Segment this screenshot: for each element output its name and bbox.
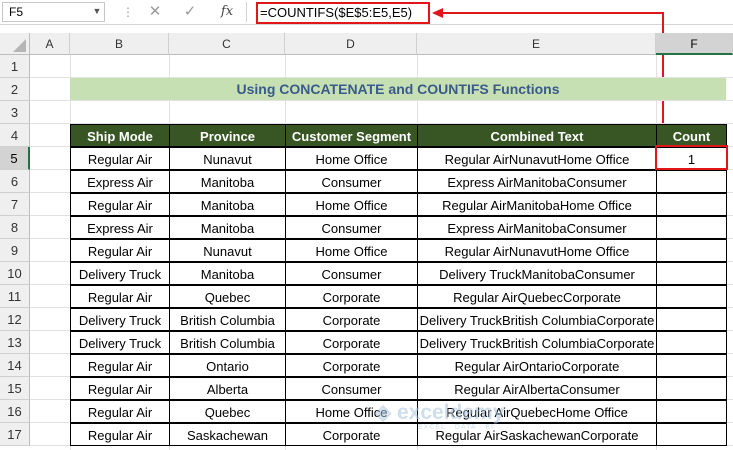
table-cell[interactable]: Ontario (169, 354, 286, 377)
table-cell[interactable]: Manitoba (169, 193, 286, 216)
row-header-12[interactable]: 12 (0, 308, 30, 331)
row-header-10[interactable]: 10 (0, 262, 30, 285)
table-header-ship-mode[interactable]: Ship Mode (70, 124, 170, 147)
table-cell[interactable]: British Columbia (169, 331, 286, 354)
row-header-14[interactable]: 14 (0, 354, 30, 377)
column-header-a[interactable]: A (30, 33, 70, 55)
table-cell[interactable] (656, 423, 727, 446)
table-cell[interactable]: Regular Air (70, 423, 170, 446)
table-cell[interactable]: Regular AirManitobaHome Office (417, 193, 657, 216)
table-header-count[interactable]: Count (656, 124, 727, 147)
table-header-province[interactable]: Province (169, 124, 286, 147)
table-header-customer-segment[interactable]: Customer Segment (285, 124, 418, 147)
table-cell[interactable]: Express AirManitobaConsumer (417, 216, 657, 239)
table-cell[interactable]: Manitoba (169, 216, 286, 239)
table-cell[interactable] (656, 239, 727, 262)
table-cell[interactable]: Delivery TruckBritish ColumbiaCorporate (417, 308, 657, 331)
table-cell[interactable]: Regular Air (70, 147, 170, 170)
row-header-3[interactable]: 3 (0, 101, 30, 124)
row-header-11[interactable]: 11 (0, 285, 30, 308)
select-all-corner[interactable] (0, 33, 30, 55)
table-cell[interactable]: Consumer (285, 170, 418, 193)
watermark-tagline: EXCEL · DATA · BI (418, 424, 494, 431)
table-cell[interactable]: Consumer (285, 377, 418, 400)
table-cell[interactable] (656, 170, 727, 193)
table-cell[interactable]: Express Air (70, 170, 170, 193)
table-cell[interactable] (656, 216, 727, 239)
table-cell[interactable]: Delivery TruckManitobaConsumer (417, 262, 657, 285)
column-header-d[interactable]: D (285, 33, 417, 55)
table-cell[interactable] (656, 285, 727, 308)
row-header-2[interactable]: 2 (0, 78, 30, 101)
selected-cell-highlight (655, 145, 728, 170)
table-cell[interactable]: Regular AirQuebecCorporate (417, 285, 657, 308)
table-cell[interactable]: Manitoba (169, 170, 286, 193)
row-header-5[interactable]: 5 (0, 147, 30, 170)
row-header-9[interactable]: 9 (0, 239, 30, 262)
table-cell[interactable] (656, 193, 727, 216)
table-cell[interactable] (656, 377, 727, 400)
row-header-13[interactable]: 13 (0, 331, 30, 354)
table-cell[interactable]: Home Office (285, 239, 418, 262)
table-cell[interactable]: Regular AirOntarioCorporate (417, 354, 657, 377)
table-cell[interactable]: Alberta (169, 377, 286, 400)
table-cell[interactable] (656, 354, 727, 377)
table-cell[interactable]: Regular Air (70, 239, 170, 262)
table-cell[interactable]: Regular AirNunavutHome Office (417, 147, 657, 170)
row-header-8[interactable]: 8 (0, 216, 30, 239)
table-cell[interactable]: Consumer (285, 216, 418, 239)
grid-line-horizontal (30, 100, 733, 101)
table-cell[interactable]: Quebec (169, 285, 286, 308)
row-header-6[interactable]: 6 (0, 170, 30, 193)
table-cell[interactable]: Home Office (285, 147, 418, 170)
table-header-combined-text[interactable]: Combined Text (417, 124, 657, 147)
table-cell[interactable] (656, 262, 727, 285)
table-cell[interactable]: Regular Air (70, 400, 170, 423)
sheet-title: Using CONCATENATE and COUNTIFS Functions (236, 81, 560, 97)
column-header-b[interactable]: B (70, 33, 169, 55)
row-header-1[interactable]: 1 (0, 55, 30, 78)
column-header-f[interactable]: F (656, 33, 733, 55)
row-header-4[interactable]: 4 (0, 124, 30, 147)
table-cell[interactable]: Delivery TruckBritish ColumbiaCorporate (417, 331, 657, 354)
table-cell[interactable]: Corporate (285, 308, 418, 331)
table-cell[interactable]: Regular Air (70, 354, 170, 377)
table-cell[interactable]: Regular Air (70, 377, 170, 400)
table-cell[interactable]: Home Office (285, 193, 418, 216)
table-cell[interactable]: Nunavut (169, 239, 286, 262)
row-header-17[interactable]: 17 (0, 423, 30, 446)
table-cell[interactable]: Regular AirAlbertaConsumer (417, 377, 657, 400)
table-cell[interactable]: Nunavut (169, 147, 286, 170)
table-cell[interactable]: British Columbia (169, 308, 286, 331)
column-header-c[interactable]: C (169, 33, 285, 55)
table-cell[interactable] (656, 308, 727, 331)
table-cell[interactable]: Saskachewan (169, 423, 286, 446)
table-cell[interactable] (656, 331, 727, 354)
table-cell[interactable]: Express Air (70, 216, 170, 239)
table-cell[interactable]: Corporate (285, 285, 418, 308)
table-cell[interactable] (656, 400, 727, 423)
table-cell[interactable]: Regular Air (70, 285, 170, 308)
table-cell[interactable]: Regular Air (70, 193, 170, 216)
table-cell[interactable]: Delivery Truck (70, 331, 170, 354)
table-cell[interactable]: Corporate (285, 354, 418, 377)
row-header-15[interactable]: 15 (0, 377, 30, 400)
table-cell[interactable]: Regular AirNunavutHome Office (417, 239, 657, 262)
table-cell[interactable]: Delivery Truck (70, 262, 170, 285)
table-cell[interactable]: Express AirManitobaConsumer (417, 170, 657, 193)
row-header-7[interactable]: 7 (0, 193, 30, 216)
column-header-e[interactable]: E (417, 33, 656, 55)
table-cell[interactable]: Delivery Truck (70, 308, 170, 331)
table-cell[interactable]: Corporate (285, 331, 418, 354)
table-cell[interactable]: Consumer (285, 262, 418, 285)
table-cell[interactable]: Manitoba (169, 262, 286, 285)
row-header-16[interactable]: 16 (0, 400, 30, 423)
table-cell[interactable]: Quebec (169, 400, 286, 423)
